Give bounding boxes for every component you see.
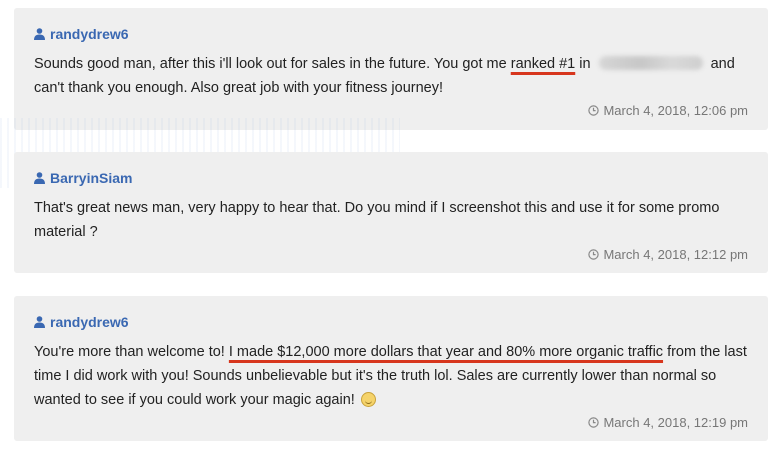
author-name: randydrew6 <box>50 314 129 330</box>
user-icon <box>34 28 45 40</box>
comment-text: That's great news man, very happy to hea… <box>34 200 720 240</box>
clock-icon <box>588 249 600 260</box>
user-icon <box>34 316 45 328</box>
user-icon <box>34 172 45 184</box>
clock-icon <box>588 105 600 116</box>
comment-text: You're more than welcome to! I made $12,… <box>34 344 747 408</box>
comment-author[interactable]: randydrew6 <box>34 314 748 330</box>
comment-timestamp: March 4, 2018, 12:19 pm <box>588 415 748 430</box>
comment-timestamp: March 4, 2018, 12:12 pm <box>588 247 748 262</box>
author-name: BarryinSiam <box>50 170 133 186</box>
comment-card-1: randydrew6 Sounds good man, after this i… <box>14 8 768 130</box>
grin-emoji-icon <box>360 392 376 407</box>
comment-card-2: BarryinSiam That's great news man, very … <box>14 152 768 273</box>
highlighted-text: I made $12,000 more dollars that year an… <box>228 344 664 360</box>
author-name: randydrew6 <box>50 26 129 42</box>
highlighted-text: ranked #1 <box>510 56 576 72</box>
comment-text: Sounds good man, after this i'll look ou… <box>34 56 735 96</box>
comment-author[interactable]: BarryinSiam <box>34 170 748 186</box>
redacted-text <box>598 56 703 70</box>
comment-card-3: randydrew6 You're more than welcome to! … <box>14 296 768 441</box>
comment-timestamp: March 4, 2018, 12:06 pm <box>588 103 748 118</box>
clock-icon <box>588 417 600 428</box>
comment-author[interactable]: randydrew6 <box>34 26 748 42</box>
